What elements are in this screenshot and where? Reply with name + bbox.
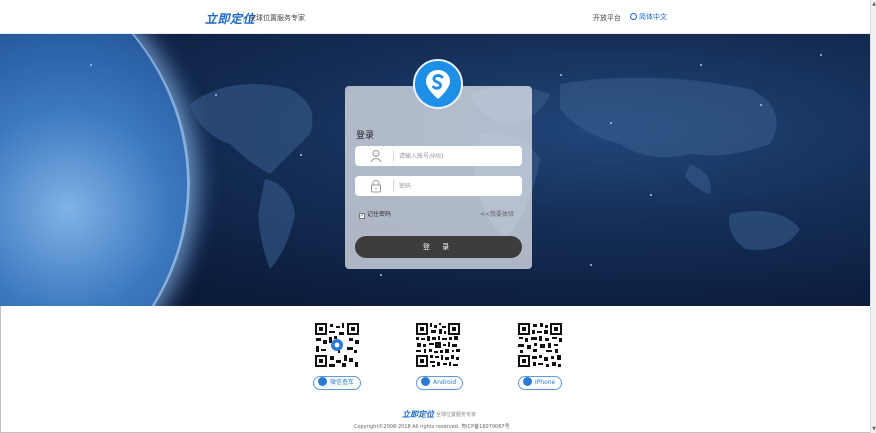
iphone-download-button[interactable]: iPhone <box>518 376 563 390</box>
star <box>590 264 592 266</box>
star <box>560 74 562 76</box>
scroll-down-arrow-icon[interactable]: ▼ <box>871 425 876 433</box>
wechat-icon <box>318 377 327 386</box>
footer-slogan: 全球位置服务专家 <box>436 412 477 418</box>
language-label: 简体中文 <box>639 13 667 21</box>
user-icon <box>370 150 382 163</box>
location-pin-logo <box>413 59 463 109</box>
login-button[interactable]: 登 录 <box>355 236 522 258</box>
iphone-qr-code <box>517 322 563 368</box>
login-title: 登录 <box>356 131 375 141</box>
star <box>700 64 702 66</box>
star <box>760 104 762 106</box>
brand-logo[interactable]: 立即定位 <box>205 10 255 27</box>
footer-logo: 立即定位 <box>402 410 434 419</box>
password-input[interactable] <box>399 179 517 193</box>
android-label: Android <box>433 379 457 386</box>
copyright-text: Copyright©2008-2018 All rights reserved.… <box>354 424 510 430</box>
vertical-scrollbar[interactable]: ▲ ▼ <box>870 0 876 433</box>
field-divider <box>393 150 394 162</box>
brand-slogan: 全球位置服务专家 <box>249 14 305 22</box>
open-platform-link[interactable]: 开放平台 <box>593 13 621 23</box>
scroll-up-arrow-icon[interactable]: ▲ <box>871 0 876 8</box>
remember-label: 记住密码 <box>367 211 392 218</box>
android-download-button[interactable]: Android <box>416 376 464 390</box>
remember-password-checkbox[interactable]: ✓ 记住密码 <box>359 209 391 219</box>
location-pin-icon <box>426 70 450 99</box>
wechat-qr-code <box>314 322 360 368</box>
lock-icon <box>371 179 381 193</box>
logo-divider <box>243 11 244 22</box>
try-demo-link[interactable]: <<我要体验 <box>480 209 514 218</box>
field-divider <box>393 180 394 192</box>
apple-icon <box>523 377 532 386</box>
language-selector[interactable]: 简体中文 <box>630 12 667 22</box>
username-field[interactable] <box>355 146 522 166</box>
earth-rim-glow <box>0 34 190 306</box>
wechat-label: 微信查车 <box>330 379 355 386</box>
password-field[interactable] <box>355 176 522 196</box>
checkbox-checked-icon[interactable]: ✓ <box>359 213 365 219</box>
star <box>90 64 92 66</box>
android-qr-code <box>415 322 461 368</box>
star <box>380 274 382 276</box>
globe-icon <box>630 13 637 20</box>
star <box>650 194 652 196</box>
top-header: 立即定位 全球位置服务专家 开放平台 简体中文 <box>0 0 870 34</box>
wechat-download-button[interactable]: 微信查车 <box>313 376 362 390</box>
star <box>215 94 217 96</box>
username-input[interactable] <box>399 149 517 163</box>
android-icon <box>421 377 430 386</box>
star <box>300 154 302 156</box>
iphone-label: iPhone <box>535 379 556 386</box>
star <box>610 122 612 124</box>
star <box>820 54 822 56</box>
